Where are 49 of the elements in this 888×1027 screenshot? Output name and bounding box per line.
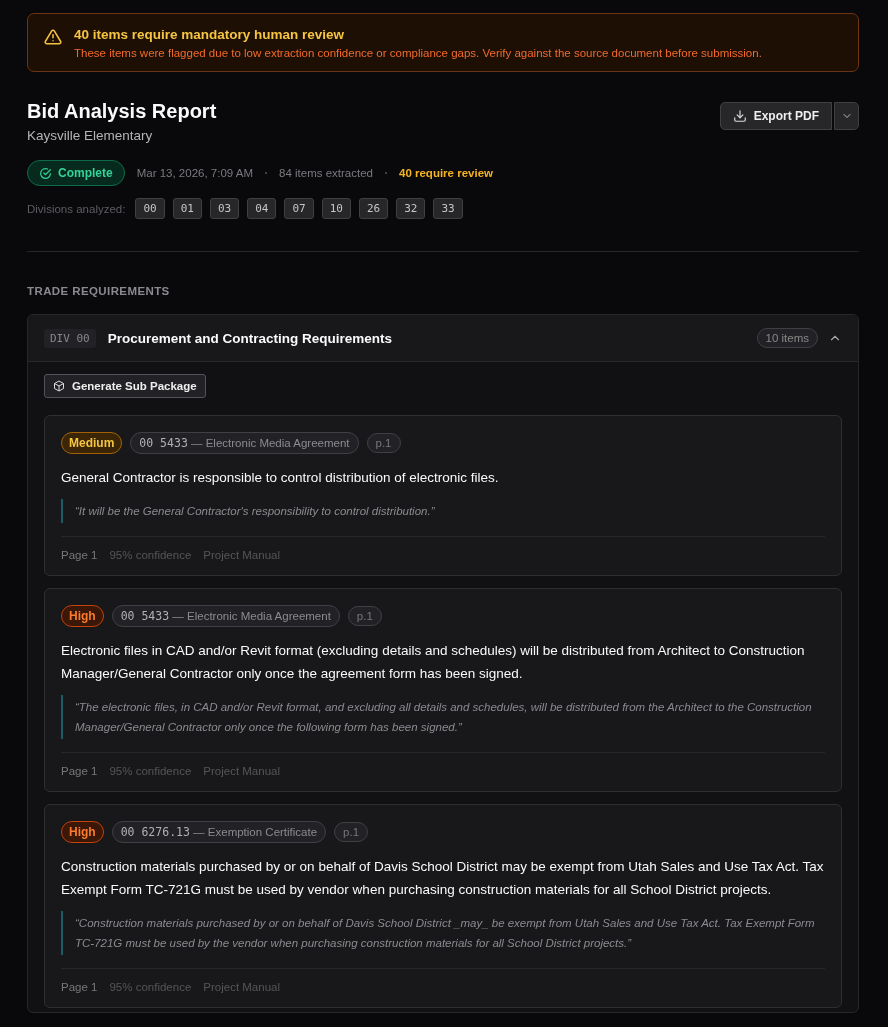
division-chip: 00 — [135, 198, 165, 219]
page-tag: p.1 — [334, 822, 369, 842]
project-name: Kaysville Elementary — [27, 128, 154, 143]
source-document: Project Manual — [203, 981, 280, 993]
division-code: DIV 00 — [44, 328, 96, 348]
section-tag: 00 6276.13 — Exemption Certificate — [111, 821, 327, 843]
generate-package-button[interactable]: Generate Sub Package — [44, 374, 206, 398]
source-quote: “The electronic files, in CAD and/or Revit format, and excluding all details and schedules, will be distributed from the Architect to the Construction Manager/General Contractor only once the following form has been signed.” — [61, 695, 825, 739]
alert-message: These items were flagged due to low extraction confidence or compliance gaps. Verify against the source document before submission. — [74, 47, 762, 59]
division-chip: 01 — [172, 198, 202, 219]
download-icon — [732, 109, 747, 123]
section-heading: TRADE REQUIREMENTS — [27, 285, 171, 297]
page-number: Page 1 — [61, 981, 98, 993]
status-badge: Complete — [27, 160, 125, 186]
page-number: Page 1 — [61, 549, 98, 561]
division-title: Procurement and Contracting Requirements — [107, 330, 393, 346]
extracted-count: 84 items extracted — [279, 167, 373, 179]
division-chip: 32 — [396, 198, 426, 219]
alert-title: 40 items require mandatory human review — [74, 27, 346, 42]
division-chip: 04 — [247, 198, 277, 219]
section-tag: 00 5433 — Electronic Media Agreement — [130, 432, 359, 454]
severity-badge: Medium — [61, 432, 123, 454]
severity-badge: High — [61, 821, 104, 843]
division-chip: 33 — [433, 198, 463, 219]
source-quote: “Construction materials purchased by or on behalf of Davis School District _may_ be exempt from Utah Sales and Use Tax Act. Tax Exempt Form TC-721G must be used by the vendor when purchasing construction materials for all School District projects.” — [61, 911, 825, 955]
report-title: Bid Analysis Report — [27, 100, 217, 123]
export-pdf-button[interactable]: Export PDF — [719, 102, 832, 130]
source-document: Project Manual — [203, 765, 280, 777]
requirement-text: General Contractor is responsible to control distribution of electronic files. — [61, 469, 500, 487]
page-tag: p.1 — [347, 606, 382, 626]
division-chip: 03 — [209, 198, 240, 219]
check-circle-icon — [39, 166, 52, 180]
requirement-text: Electronic files in CAD and/or Revit format (excluding details and schedules) will be distributed from Architect to Construction Manager/General Contractor only once the agreement form has been signed. — [61, 642, 806, 683]
page-tag: p.1 — [366, 433, 401, 453]
review-count: 40 require review — [399, 167, 493, 179]
divisions-label: Divisions analyzed: — [27, 202, 126, 215]
warning-icon — [44, 28, 62, 46]
division-chip: 26 — [358, 198, 389, 219]
section-tag: 00 5433 — Electronic Media Agreement — [111, 605, 340, 627]
box-icon — [53, 380, 65, 392]
source-quote: “It will be the General Contractor's responsibility to control distribution.” — [61, 499, 825, 523]
requirement-text: Construction materials purchased by or on behalf of Davis School District may be exempt from Utah Sales and Use Tax Act. Tax Exempt Form TC-721G must be used by vendor when purchasing construction materials for all School District projects. — [61, 858, 825, 899]
item-count: 10 items — [756, 328, 818, 348]
division-chip: 10 — [321, 198, 351, 219]
source-document: Project Manual — [203, 549, 280, 561]
analysis-date: Mar 13, 2026, 7:09 AM — [136, 167, 254, 179]
severity-badge: High — [61, 605, 104, 627]
page-number: Page 1 — [61, 765, 98, 777]
division-chip: 07 — [284, 198, 314, 219]
